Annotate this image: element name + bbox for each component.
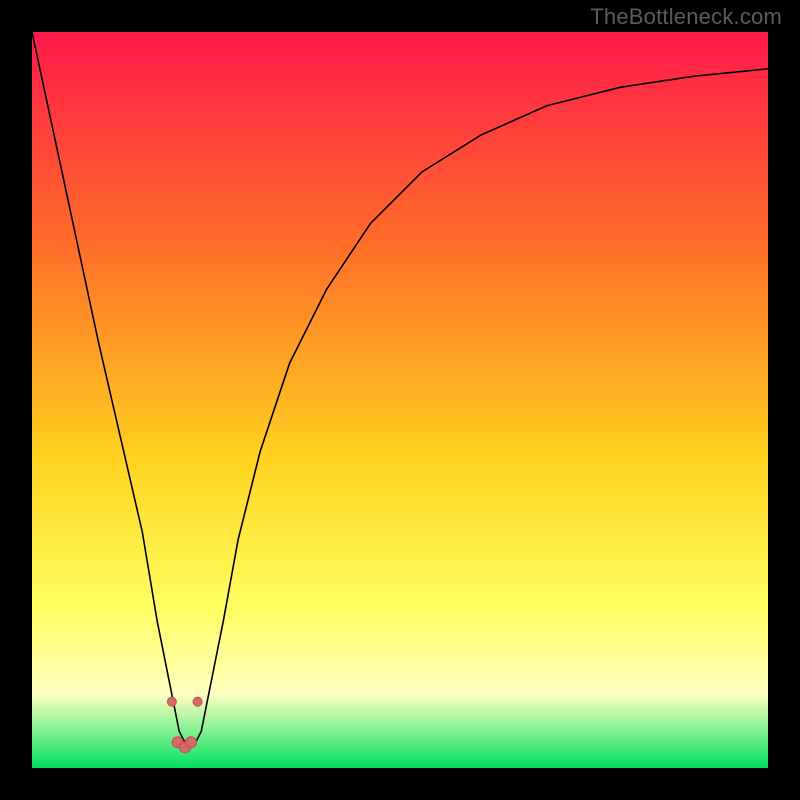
- trough-marker: [185, 737, 196, 748]
- trough-marker: [167, 697, 176, 706]
- trough-marker: [193, 697, 202, 706]
- plot-area: [32, 32, 768, 768]
- marker-group: [167, 697, 202, 753]
- bottleneck-curve: [32, 32, 768, 746]
- watermark-text: TheBottleneck.com: [590, 4, 782, 30]
- outer-frame: TheBottleneck.com: [0, 0, 800, 800]
- curve-layer: [32, 32, 768, 768]
